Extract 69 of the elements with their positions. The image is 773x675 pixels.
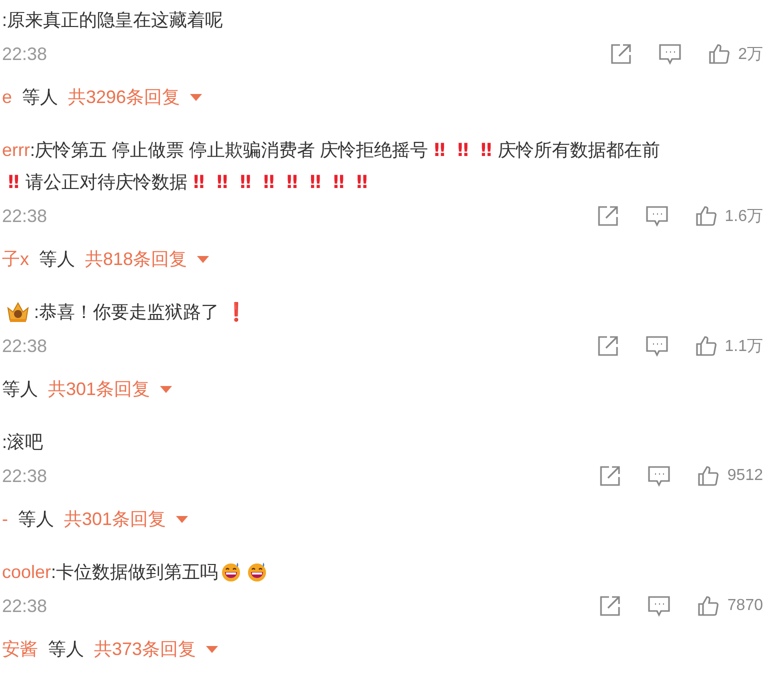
like-count: 9512 <box>727 467 763 485</box>
exclamation-icon: ‼ <box>434 140 446 160</box>
reply-count-link[interactable]: 共3296条回复 <box>68 85 180 109</box>
reply-users-label: 等人 <box>2 378 38 401</box>
like-count: 7870 <box>727 597 763 615</box>
like-count: 1.6万 <box>724 206 763 226</box>
exclamation-icon: ‼ <box>193 172 205 192</box>
sweat-smile-icon <box>221 562 242 582</box>
like-count: 2万 <box>738 44 763 64</box>
timestamp: 22:38 <box>2 596 48 616</box>
exclamation-icon: ‼ <box>356 172 368 192</box>
timestamp: 22:38 <box>2 206 48 226</box>
dropdown-caret-icon[interactable] <box>197 256 210 262</box>
comment-icon[interactable] <box>644 205 669 227</box>
comment-text: 庆怜所有数据都在前 <box>498 139 660 162</box>
comment-text: :恭喜！你要走监狱路了 <box>34 301 220 324</box>
comment-text: :原来真正的隐皇在这藏着呢 <box>2 9 224 32</box>
reply-users-label: 等人 <box>18 508 54 531</box>
reply-count-link[interactable]: 共301条回复 <box>64 507 166 531</box>
share-icon[interactable] <box>596 205 619 227</box>
exclamation-icon: ‼ <box>263 172 274 192</box>
share-icon[interactable] <box>610 43 632 65</box>
crown-badge-icon <box>5 300 31 324</box>
exclamation-icon: ‼ <box>333 172 344 192</box>
exclamation-icon: ‼ <box>457 140 469 160</box>
share-icon[interactable] <box>599 595 622 617</box>
share-icon[interactable] <box>599 465 622 487</box>
reply-users-label: 等人 <box>48 638 84 661</box>
share-icon[interactable] <box>596 335 619 357</box>
user-name[interactable]: cooler <box>2 562 52 582</box>
reply-users-label: 等人 <box>22 86 58 109</box>
comment-text: 请公正对待庆怜数据 <box>25 171 188 194</box>
reply-user-name[interactable]: - <box>2 508 8 530</box>
dropdown-caret-icon[interactable] <box>176 516 188 522</box>
exclamation-icon: ‼ <box>8 172 20 192</box>
reply-count-link[interactable]: 共373条回复 <box>94 637 196 661</box>
comment-text: :滚吧 <box>2 431 44 454</box>
exclamation-icon: ‼ <box>480 140 492 160</box>
comment-icon[interactable] <box>658 43 682 65</box>
reply-user-name[interactable]: e <box>2 86 12 108</box>
exclamation-icon: ‼ <box>216 172 228 192</box>
reply-count-link[interactable]: 共818条回复 <box>85 247 188 271</box>
like-count: 1.1万 <box>724 336 763 356</box>
thumbs-up-icon[interactable] <box>708 43 730 65</box>
user-name[interactable]: errr <box>2 140 30 160</box>
exclamation-icon: ‼ <box>240 172 252 192</box>
dropdown-caret-icon[interactable] <box>160 386 172 392</box>
thumbs-up-icon[interactable] <box>694 205 717 227</box>
reply-user-name[interactable]: 安酱 <box>2 637 38 661</box>
comment-icon[interactable] <box>647 465 672 487</box>
timestamp: 22:38 <box>2 336 48 356</box>
thumbs-up-icon[interactable] <box>697 465 720 487</box>
reply-user-name[interactable]: 子x <box>2 247 29 271</box>
exclamation-icon: ‼ <box>286 172 298 192</box>
comment-text: :卡位数据做到第五吗 <box>51 561 218 584</box>
exclamation-icon: ❗ <box>225 301 248 323</box>
reply-users-label: 等人 <box>39 248 75 271</box>
timestamp: 22:38 <box>2 466 48 486</box>
comment-text: :庆怜第五 停止做票 停止欺骗消费者 庆怜拒绝摇号 <box>30 139 428 162</box>
comment-icon[interactable] <box>647 595 672 617</box>
exclamation-icon: ‼ <box>310 172 322 192</box>
dropdown-caret-icon[interactable] <box>206 646 218 652</box>
dropdown-caret-icon[interactable] <box>190 94 202 100</box>
reply-count-link[interactable]: 共301条回复 <box>48 377 150 401</box>
thumbs-up-icon[interactable] <box>697 595 720 617</box>
timestamp: 22:38 <box>2 44 48 64</box>
thumbs-up-icon[interactable] <box>694 335 717 357</box>
sweat-smile-icon <box>247 562 268 582</box>
comment-icon[interactable] <box>644 335 669 357</box>
